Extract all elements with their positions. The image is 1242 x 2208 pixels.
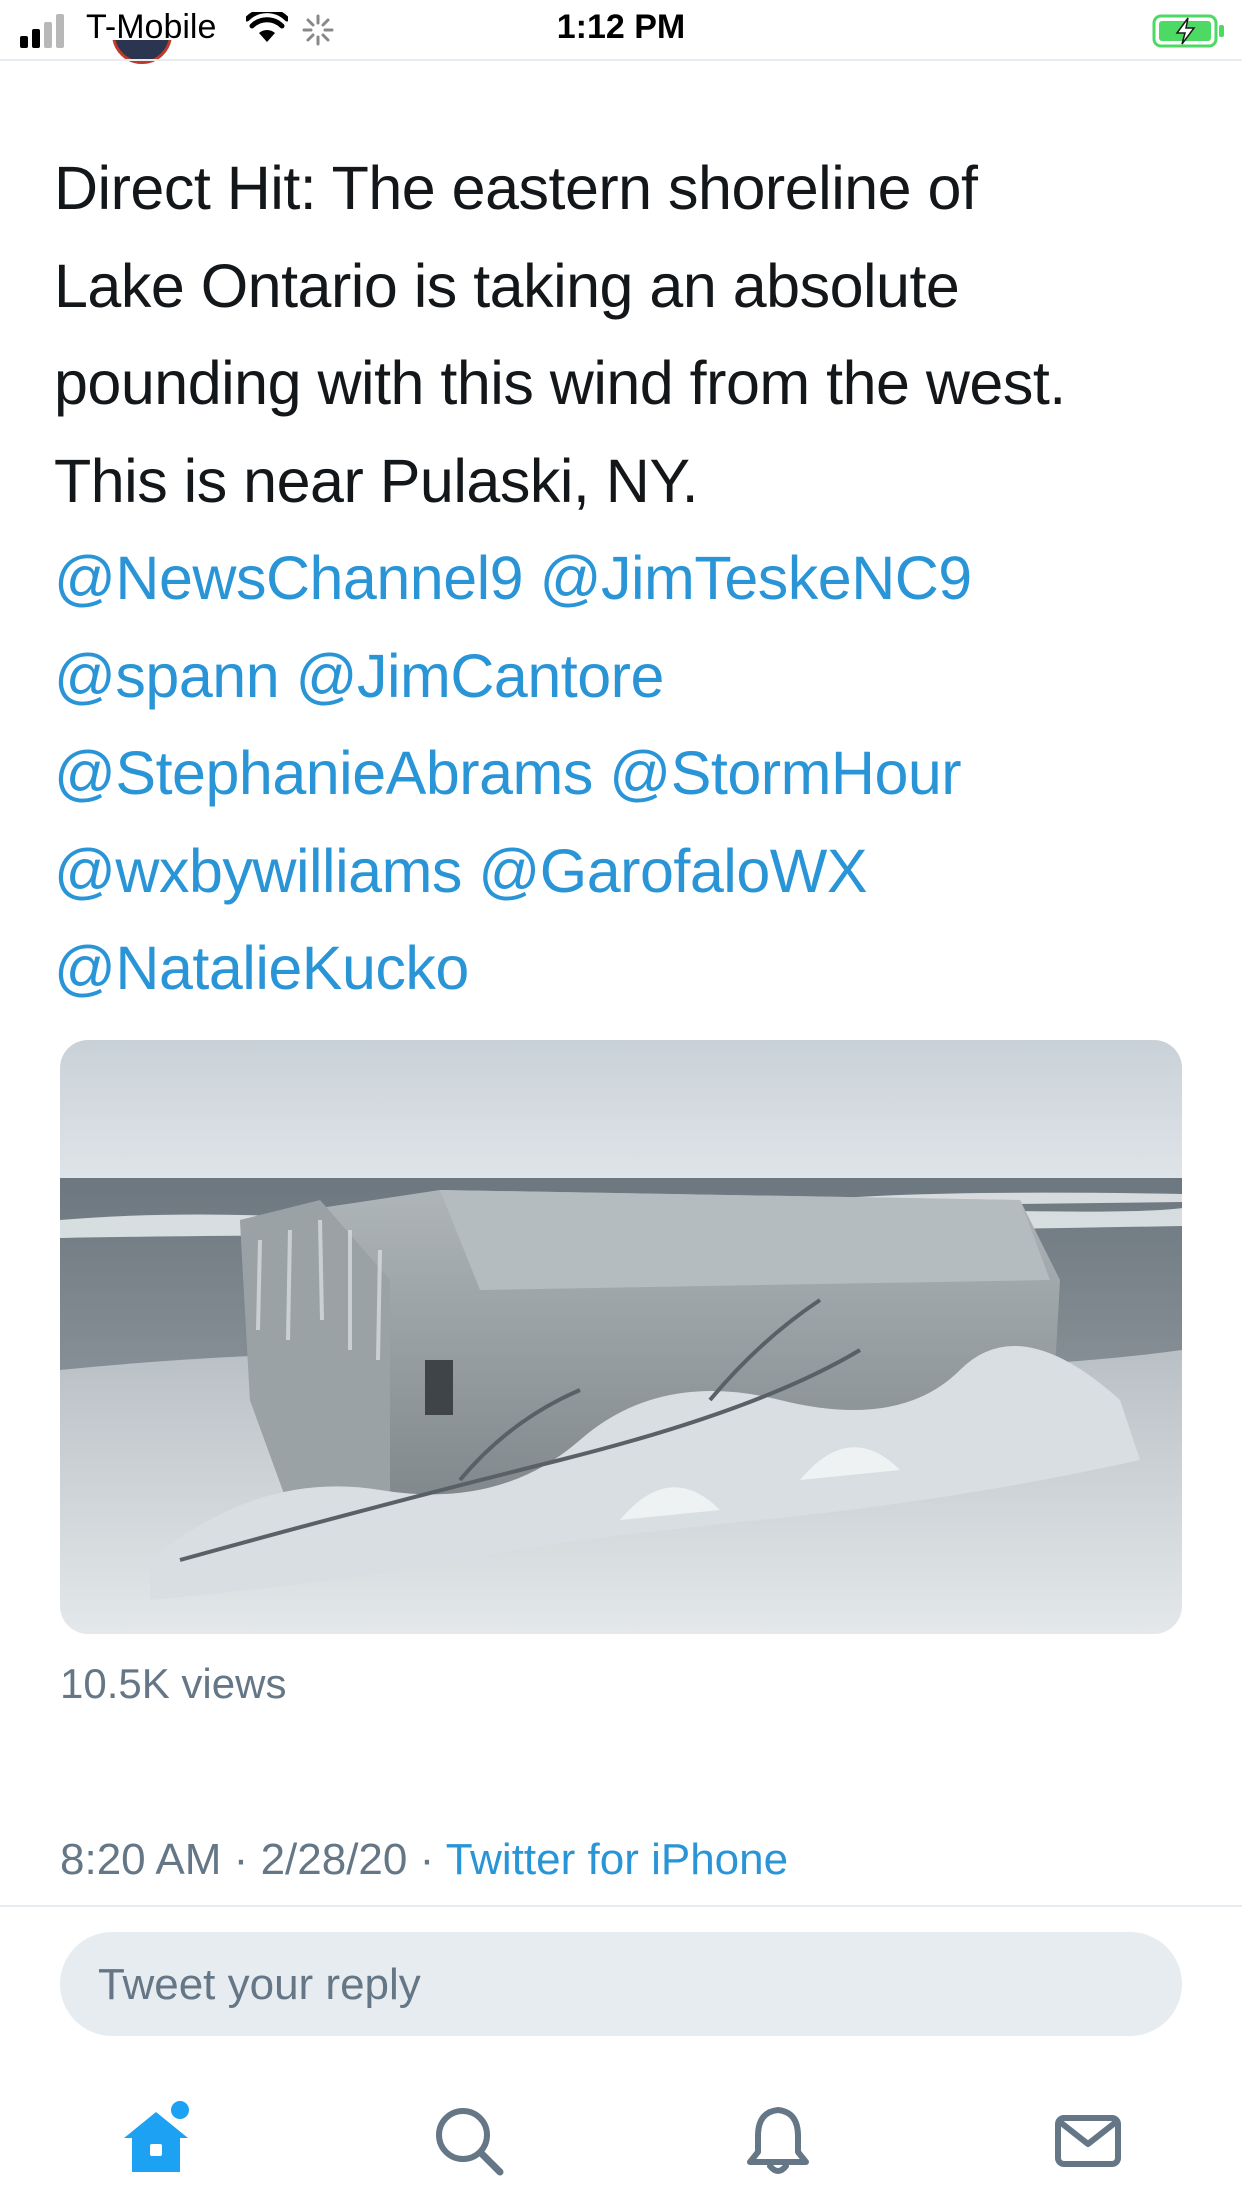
- avatar[interactable]: [112, 40, 172, 72]
- tab-messages[interactable]: [1048, 2100, 1128, 2180]
- tweet-line: @wxbywilliams @GarofaloWX: [54, 823, 1204, 921]
- tweet-line: @StephanieAbrams @StormHour: [54, 725, 1204, 823]
- mail-icon: [1055, 2115, 1121, 2167]
- tweet-text-segment: This is near Pulaski, NY.: [54, 446, 699, 515]
- reply-input[interactable]: [96, 1932, 1140, 2038]
- tweet-text-segment: Direct Hit: The eastern shoreline of: [54, 154, 978, 222]
- search-icon: [436, 2108, 504, 2176]
- tweet-date: 2/28/20: [260, 1835, 408, 1884]
- battery-charging-icon: [1152, 14, 1224, 48]
- meta-separator: ·: [233, 1835, 249, 1884]
- tweet-line: @NewsChannel9 @JimTeskeNC9: [54, 530, 1204, 628]
- tweet-line: @NatalieKucko: [54, 920, 1204, 1018]
- frozen-house-image: [60, 1040, 1182, 1634]
- mention-link[interactable]: @NewsChannel9: [54, 544, 524, 612]
- tweet-text-segment: [462, 837, 478, 905]
- bell-icon: [747, 2107, 809, 2174]
- tweet-line: This is near Pulaski, NY.: [54, 433, 1204, 531]
- reply-box[interactable]: [60, 1932, 1182, 2038]
- mention-link[interactable]: @JimCantore: [296, 642, 665, 710]
- mention-link[interactable]: @StormHour: [609, 739, 961, 807]
- tweet-text-segment: [279, 642, 295, 710]
- tweet-line: @spann @JimCantore: [54, 628, 1204, 726]
- tweet-text: Direct Hit: The eastern shoreline of Lake…: [54, 140, 1204, 1018]
- tweet-line: pounding with this wind from the west.: [54, 335, 1204, 433]
- mention-link[interactable]: @NatalieKucko: [54, 934, 469, 1002]
- tweet-text-segment: pounding with this wind from the west.: [54, 349, 1066, 417]
- meta-separator: ·: [419, 1835, 435, 1884]
- mention-link[interactable]: @JimTeskeNC9: [540, 544, 973, 612]
- mention-link[interactable]: @StephanieAbrams: [54, 739, 593, 807]
- header-divider: [0, 59, 1242, 61]
- tab-notifications[interactable]: [738, 2100, 818, 2180]
- status-time: 1:12 PM: [556, 8, 686, 46]
- tab-home[interactable]: [116, 2100, 196, 2180]
- tweet-source-link[interactable]: Twitter for iPhone: [446, 1835, 788, 1884]
- tab-bar: [0, 2060, 1242, 2208]
- tweet-text-segment: [523, 544, 539, 612]
- tab-search[interactable]: [428, 2100, 508, 2180]
- mention-link[interactable]: @spann: [54, 642, 280, 710]
- tweet-line: Lake Ontario is taking an absolute: [54, 238, 1204, 336]
- tweet-video[interactable]: [60, 1040, 1182, 1634]
- home-icon: [124, 2101, 189, 2172]
- tweet-meta: 8:20 AM · 2/28/20 · Twitter for iPhone: [60, 1835, 788, 1885]
- view-count: 10.5K views: [60, 1660, 287, 1707]
- mention-link[interactable]: @GarofaloWX: [478, 837, 867, 905]
- reply-divider: [0, 1905, 1242, 1907]
- tweet-time: 8:20 AM: [60, 1835, 222, 1884]
- tweet-text-segment: Lake Ontario is taking an absolute: [54, 251, 960, 320]
- tweet-text-segment: [593, 739, 609, 807]
- status-bar: T-Mobile 1:12 PM: [0, 0, 1242, 60]
- mention-link[interactable]: @wxbywilliams: [54, 837, 462, 905]
- tweet-line: Direct Hit: The eastern shoreline of: [54, 140, 1204, 238]
